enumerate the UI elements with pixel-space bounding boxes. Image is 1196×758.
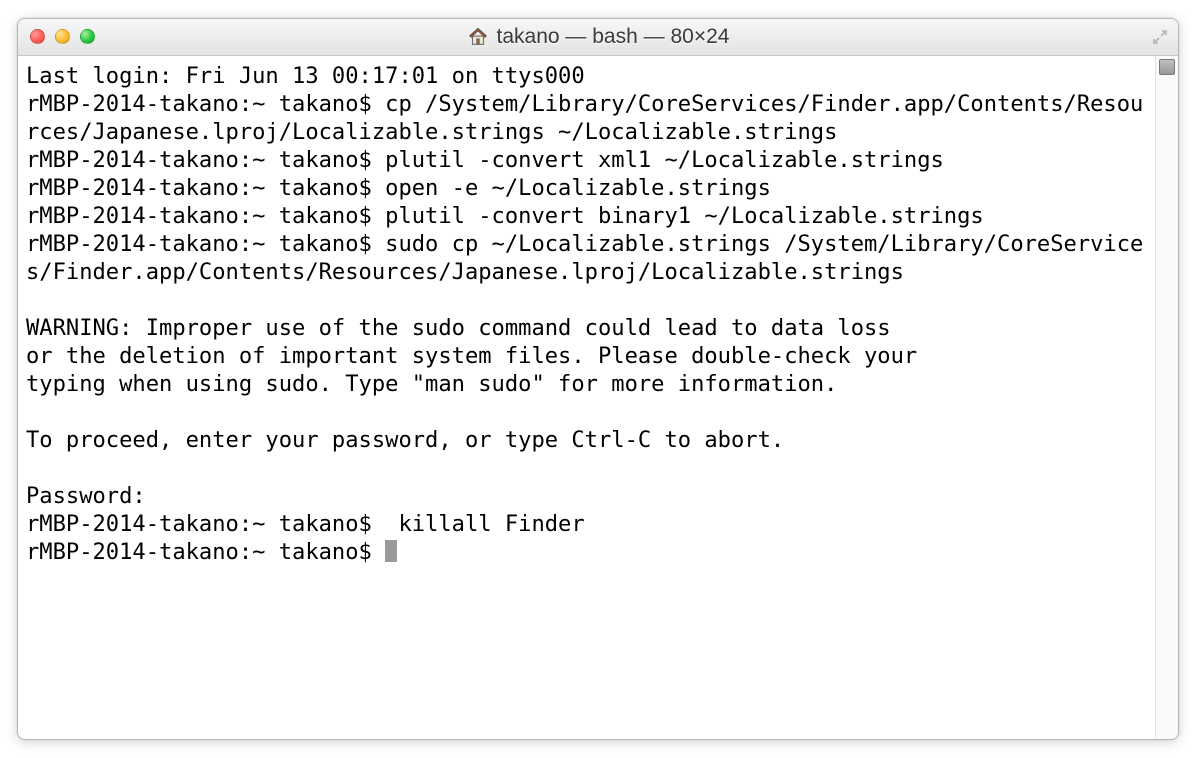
- home-icon: [467, 26, 489, 48]
- minimize-button[interactable]: [55, 29, 70, 44]
- terminal-line: rMBP-2014-takano:~ takano$ plutil -conve…: [26, 203, 984, 229]
- content-wrap: Last login: Fri Jun 13 00:17:01 on ttys0…: [18, 56, 1178, 739]
- scrollbar[interactable]: [1155, 56, 1178, 739]
- terminal-line: rMBP-2014-takano:~ takano$ plutil -conve…: [26, 147, 944, 173]
- window-title: takano — bash — 80×24: [497, 25, 730, 49]
- terminal-line: rMBP-2014-takano:~ takano$ cp /System/Li…: [26, 91, 1143, 145]
- terminal-line: rMBP-2014-takano:~ takano$ sudo cp ~/Loc…: [26, 231, 1143, 285]
- terminal-content[interactable]: Last login: Fri Jun 13 00:17:01 on ttys0…: [18, 56, 1155, 739]
- scroll-indicator-icon: [1159, 59, 1175, 75]
- terminal-prompt: rMBP-2014-takano:~ takano$: [26, 539, 385, 565]
- terminal-window: takano — bash — 80×24 Last login: Fri Ju…: [17, 18, 1179, 740]
- fullscreen-icon[interactable]: [1150, 27, 1172, 49]
- cursor: [385, 540, 397, 562]
- terminal-line: typing when using sudo. Type "man sudo" …: [26, 371, 837, 397]
- traffic-lights: [30, 29, 95, 44]
- terminal-line: or the deletion of important system file…: [26, 343, 917, 369]
- terminal-line: rMBP-2014-takano:~ takano$ killall Finde…: [26, 511, 585, 537]
- terminal-line: rMBP-2014-takano:~ takano$ open -e ~/Loc…: [26, 175, 771, 201]
- title-center: takano — bash — 80×24: [18, 25, 1178, 49]
- terminal-line: WARNING: Improper use of the sudo comman…: [26, 315, 891, 341]
- terminal-line: To proceed, enter your password, or type…: [26, 427, 784, 453]
- zoom-button[interactable]: [80, 29, 95, 44]
- terminal-line: Password:: [26, 483, 146, 509]
- titlebar[interactable]: takano — bash — 80×24: [18, 19, 1178, 56]
- close-button[interactable]: [30, 29, 45, 44]
- terminal-line: Last login: Fri Jun 13 00:17:01 on ttys0…: [26, 63, 585, 89]
